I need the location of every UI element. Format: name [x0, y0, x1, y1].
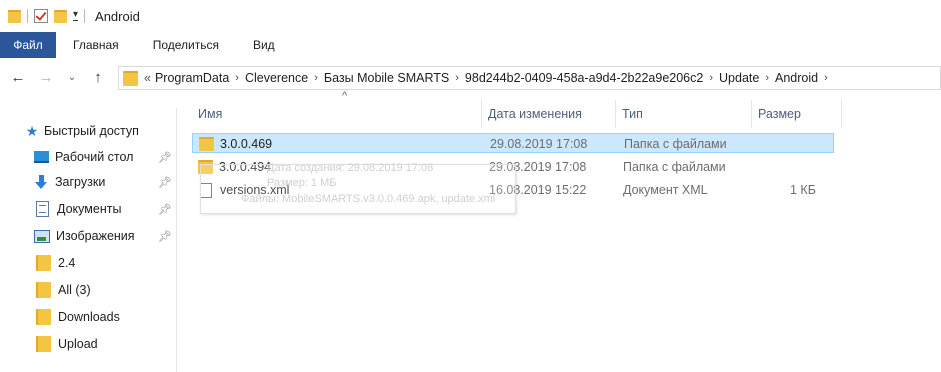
ribbon-tabs: Файл Главная Поделиться Вид — [0, 32, 941, 58]
sidebar-item-pictures[interactable]: Изображения 📌︎ — [34, 225, 194, 247]
title-bar: ▾ Android — [0, 0, 941, 32]
file-list: ^ Имя Дата изменения Тип Размер 3.0.0.46… — [177, 90, 941, 372]
folder-icon — [36, 336, 51, 352]
chevron-right-icon[interactable]: › — [709, 72, 713, 84]
sidebar-item-label: Upload — [58, 337, 98, 351]
column-headers: ^ Имя Дата изменения Тип Размер — [192, 90, 842, 128]
chevron-right-icon[interactable]: › — [235, 72, 239, 84]
downloads-icon — [34, 175, 49, 189]
file-type: Папка с файлами — [624, 137, 727, 151]
folder-icon — [8, 9, 21, 23]
pin-icon[interactable]: 📌︎ — [158, 230, 172, 243]
sidebar-item-desktop[interactable]: Рабочий стол 📌︎ — [34, 146, 194, 168]
new-folder-icon[interactable] — [54, 9, 67, 23]
sidebar-item-label: Быстрый доступ — [44, 124, 139, 138]
sidebar-item-label: Документы — [57, 202, 122, 216]
separator — [27, 9, 28, 23]
sidebar-item-downloads-folder[interactable]: Downloads — [36, 306, 120, 328]
quick-access-toolbar: ▾ Android — [8, 9, 140, 24]
folder-icon — [36, 282, 51, 298]
sidebar-item-downloads[interactable]: Загрузки 📌︎ — [34, 171, 194, 193]
navigation-bar: ← → ⌄ ↑ « ProgramData › Cleverence › Баз… — [0, 64, 941, 90]
pictures-icon — [34, 229, 50, 243]
tab-home[interactable]: Главная — [56, 32, 136, 58]
separator — [84, 9, 86, 23]
file-date: 29.08.2019 17:08 — [490, 137, 588, 151]
tooltip: Дата создания: 29.08.2019 17:08 Размер: … — [200, 162, 516, 214]
pin-icon[interactable]: 📌︎ — [158, 203, 172, 216]
desktop-icon — [34, 151, 49, 163]
tab-view[interactable]: Вид — [236, 32, 292, 58]
address-bar[interactable]: « ProgramData › Cleverence › Базы Mobile… — [118, 66, 941, 90]
sidebar-item-label: 2.4 — [58, 256, 76, 270]
breadcrumb-update[interactable]: Update — [719, 71, 759, 85]
column-header-size[interactable]: Размер — [752, 100, 842, 128]
folder-icon — [36, 309, 51, 325]
tab-share[interactable]: Поделиться — [136, 32, 236, 58]
window-title: Android — [95, 8, 140, 24]
tab-file[interactable]: Файл — [0, 32, 56, 58]
sidebar-item-upload[interactable]: Upload — [36, 333, 98, 355]
sidebar-item-label: Downloads — [58, 310, 120, 324]
file-size: 1 КБ — [790, 183, 816, 197]
breadcrumb-cleverence[interactable]: Cleverence — [245, 71, 308, 85]
sidebar-item-label: Изображения — [56, 229, 135, 243]
chevron-right-icon[interactable]: › — [765, 72, 769, 84]
documents-icon — [36, 201, 49, 217]
sidebar-item-label: Рабочий стол — [55, 150, 134, 164]
back-arrow-icon[interactable]: ← — [8, 69, 28, 86]
chevron-right-icon[interactable]: › — [824, 72, 828, 84]
pin-icon[interactable]: 📌︎ — [158, 176, 172, 189]
navigation-pane: ★ Быстрый доступ Рабочий стол 📌︎ Загрузк… — [0, 108, 177, 372]
breadcrumb-android[interactable]: Android — [775, 71, 818, 85]
chevron-right-icon[interactable]: › — [314, 72, 318, 84]
folder-icon — [123, 70, 138, 86]
forward-arrow-icon[interactable]: → — [36, 69, 56, 86]
sidebar-item-2-4[interactable]: 2.4 — [36, 252, 75, 274]
breadcrumb-mobile-smarts[interactable]: Базы Mobile SMARTS — [324, 71, 449, 85]
sidebar-item-quick-access[interactable]: ★ Быстрый доступ — [24, 120, 139, 142]
breadcrumb-programdata[interactable]: ProgramData — [155, 71, 229, 85]
star-icon: ★ — [25, 122, 39, 139]
sidebar-item-all[interactable]: All (3) — [36, 279, 91, 301]
folder-icon — [199, 137, 214, 151]
sidebar-item-documents[interactable]: Документы 📌︎ — [36, 198, 196, 220]
sidebar-item-label: Загрузки — [55, 175, 106, 189]
up-arrow-icon[interactable]: ↑ — [88, 69, 108, 86]
breadcrumb-overflow[interactable]: « — [144, 71, 151, 85]
breadcrumb-database-guid[interactable]: 98d244b2-0409-458a-a9d4-2b22a9e206c2 — [465, 71, 703, 85]
column-header-type[interactable]: Тип — [616, 100, 752, 128]
customize-toolbar-icon[interactable]: ▾ — [73, 10, 79, 21]
tooltip-line: Файлы: MobileSMARTS.v3.0.0.469.apk, upda… — [241, 193, 496, 205]
chevron-right-icon[interactable]: › — [455, 72, 459, 84]
recent-locations-icon[interactable]: ⌄ — [62, 72, 82, 83]
file-name-cell: 3.0.0.469 — [199, 134, 272, 154]
column-header-date[interactable]: Дата изменения — [482, 100, 616, 128]
table-row[interactable]: 3.0.0.469 29.08.2019 17:08 Папка с файла… — [192, 133, 834, 153]
properties-icon[interactable] — [34, 9, 48, 23]
file-type: Документ XML — [623, 183, 708, 197]
pin-icon[interactable]: 📌︎ — [158, 151, 172, 164]
file-type: Папка с файлами — [623, 160, 726, 174]
column-header-name[interactable]: Имя — [192, 100, 482, 128]
tooltip-line: Размер: 1 МБ — [267, 177, 337, 189]
tooltip-line: Дата создания: 29.08.2019 17:08 — [267, 162, 434, 174]
sidebar-item-label: All (3) — [58, 283, 91, 297]
file-name: 3.0.0.469 — [220, 137, 273, 151]
folder-icon — [36, 255, 51, 271]
